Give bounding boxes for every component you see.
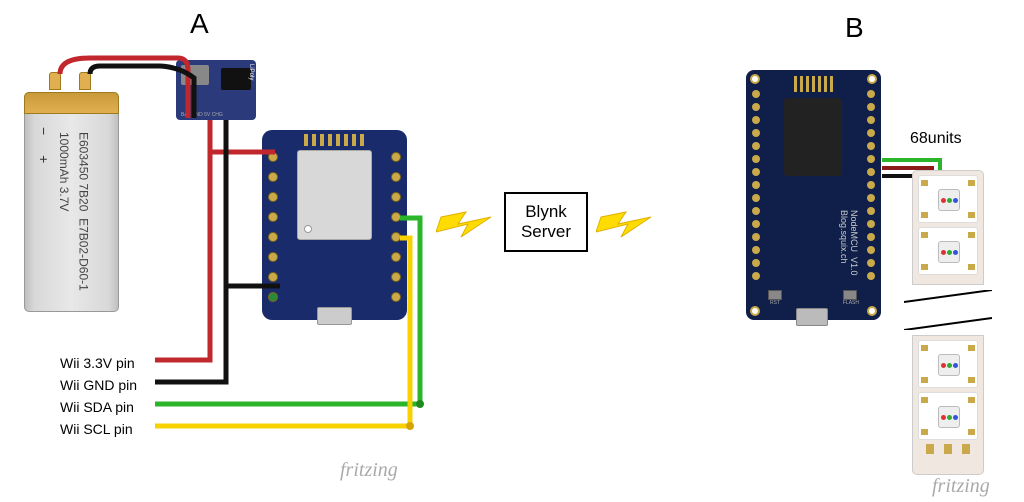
- nodemcu-flash-label: FLASH: [843, 300, 859, 306]
- led-unit: [918, 392, 978, 440]
- panel-b-label: B: [845, 12, 864, 44]
- led-unit: [918, 340, 978, 388]
- legend-scl: Wii SCL pin: [60, 418, 137, 440]
- blynk-line1: Blynk: [525, 202, 567, 222]
- nodemcu-rst-label: RST: [768, 300, 782, 306]
- fritzing-watermark-a: fritzing: [340, 459, 398, 482]
- pin-legend: Wii 3.3V pin Wii GND pin Wii SDA pin Wii…: [60, 352, 137, 440]
- blynk-server-box: Blynk Server: [504, 192, 588, 252]
- legend-gnd: Wii GND pin: [60, 374, 137, 396]
- led-unit: [918, 227, 978, 275]
- neopixel-led-strip: [912, 170, 984, 490]
- wifi-bolt-left-icon: [436, 192, 496, 252]
- fritzing-watermark-b: fritzing: [932, 475, 990, 498]
- led-unit: [918, 175, 978, 223]
- legend-sda: Wii SDA pin: [60, 396, 137, 418]
- blynk-line2: Server: [521, 222, 571, 242]
- wifi-bolt-right-icon: [596, 192, 656, 252]
- legend-3v3: Wii 3.3V pin: [60, 352, 137, 374]
- strip-break-icon: [904, 290, 992, 330]
